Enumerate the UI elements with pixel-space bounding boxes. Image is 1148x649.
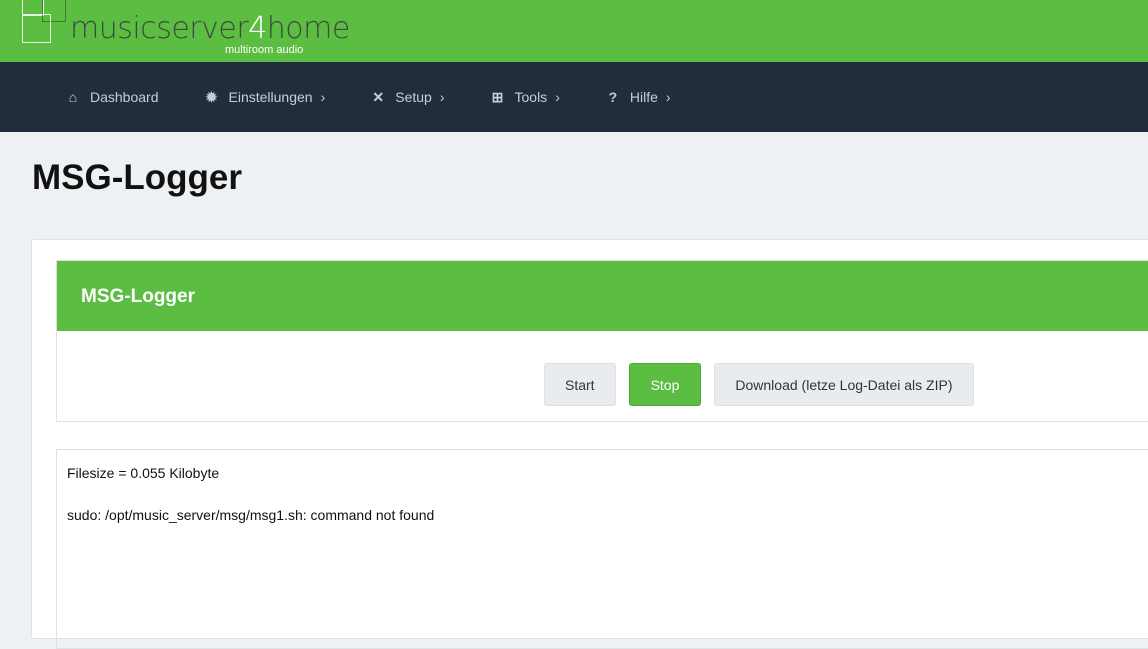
chevron-right-icon: › — [665, 89, 671, 105]
header-bar: musicserver4home multiroom audio — [0, 0, 1148, 62]
gear-icon: ✹ — [205, 88, 218, 105]
logo-square-icon — [22, 14, 51, 43]
logo-text: musicserver4home — [70, 11, 350, 46]
question-icon: ? — [608, 89, 618, 105]
log-output: Filesize = 0.055 Kilobyte sudo: /opt/mus… — [56, 449, 1148, 649]
nav-hilfe[interactable]: ? Hilfe › — [604, 89, 671, 105]
nav-label: Einstellungen — [228, 89, 313, 105]
stop-button[interactable]: Stop — [628, 363, 702, 406]
log-line: sudo: /opt/music_server/msg/msg1.sh: com… — [67, 507, 435, 523]
chevron-right-icon: › — [320, 89, 326, 105]
nav-einstellungen[interactable]: ✹ Einstellungen › — [203, 89, 326, 106]
nav-tools[interactable]: ⊞ Tools › — [489, 89, 560, 106]
logo-tagline: multiroom audio — [225, 44, 304, 56]
nav-label: Dashboard — [90, 89, 159, 105]
nav-setup[interactable]: ✕ Setup › — [369, 89, 444, 106]
panel-title: MSG-Logger — [57, 261, 1148, 331]
download-button[interactable]: Download (letze Log-Datei als ZIP) — [714, 363, 974, 406]
chevron-right-icon: › — [555, 89, 560, 105]
logo[interactable]: musicserver4home multiroom audio — [20, 0, 350, 62]
home-icon: ⌂ — [68, 89, 78, 105]
start-button[interactable]: Start — [544, 363, 616, 406]
page-title: MSG-Logger — [32, 158, 242, 197]
nav-label: Tools — [514, 89, 548, 105]
plus-square-icon: ⊞ — [491, 88, 504, 105]
nav-dashboard[interactable]: ⌂ Dashboard — [64, 89, 159, 105]
nav-label: Hilfe — [629, 89, 658, 105]
nav-label: Setup — [395, 89, 432, 105]
content-card: MSG-Logger Start Stop Download (letze Lo… — [31, 239, 1148, 649]
filesize-line: Filesize = 0.055 Kilobyte — [67, 465, 220, 481]
chevron-right-icon: › — [439, 89, 445, 105]
main-nav: ⌂ Dashboard ✹ Einstellungen › ✕ Setup › ⊞ Tool… — [0, 62, 1148, 132]
tools-icon: ✕ — [372, 88, 385, 105]
logger-panel: MSG-Logger Start Stop Download (letze Lo… — [56, 260, 1148, 422]
